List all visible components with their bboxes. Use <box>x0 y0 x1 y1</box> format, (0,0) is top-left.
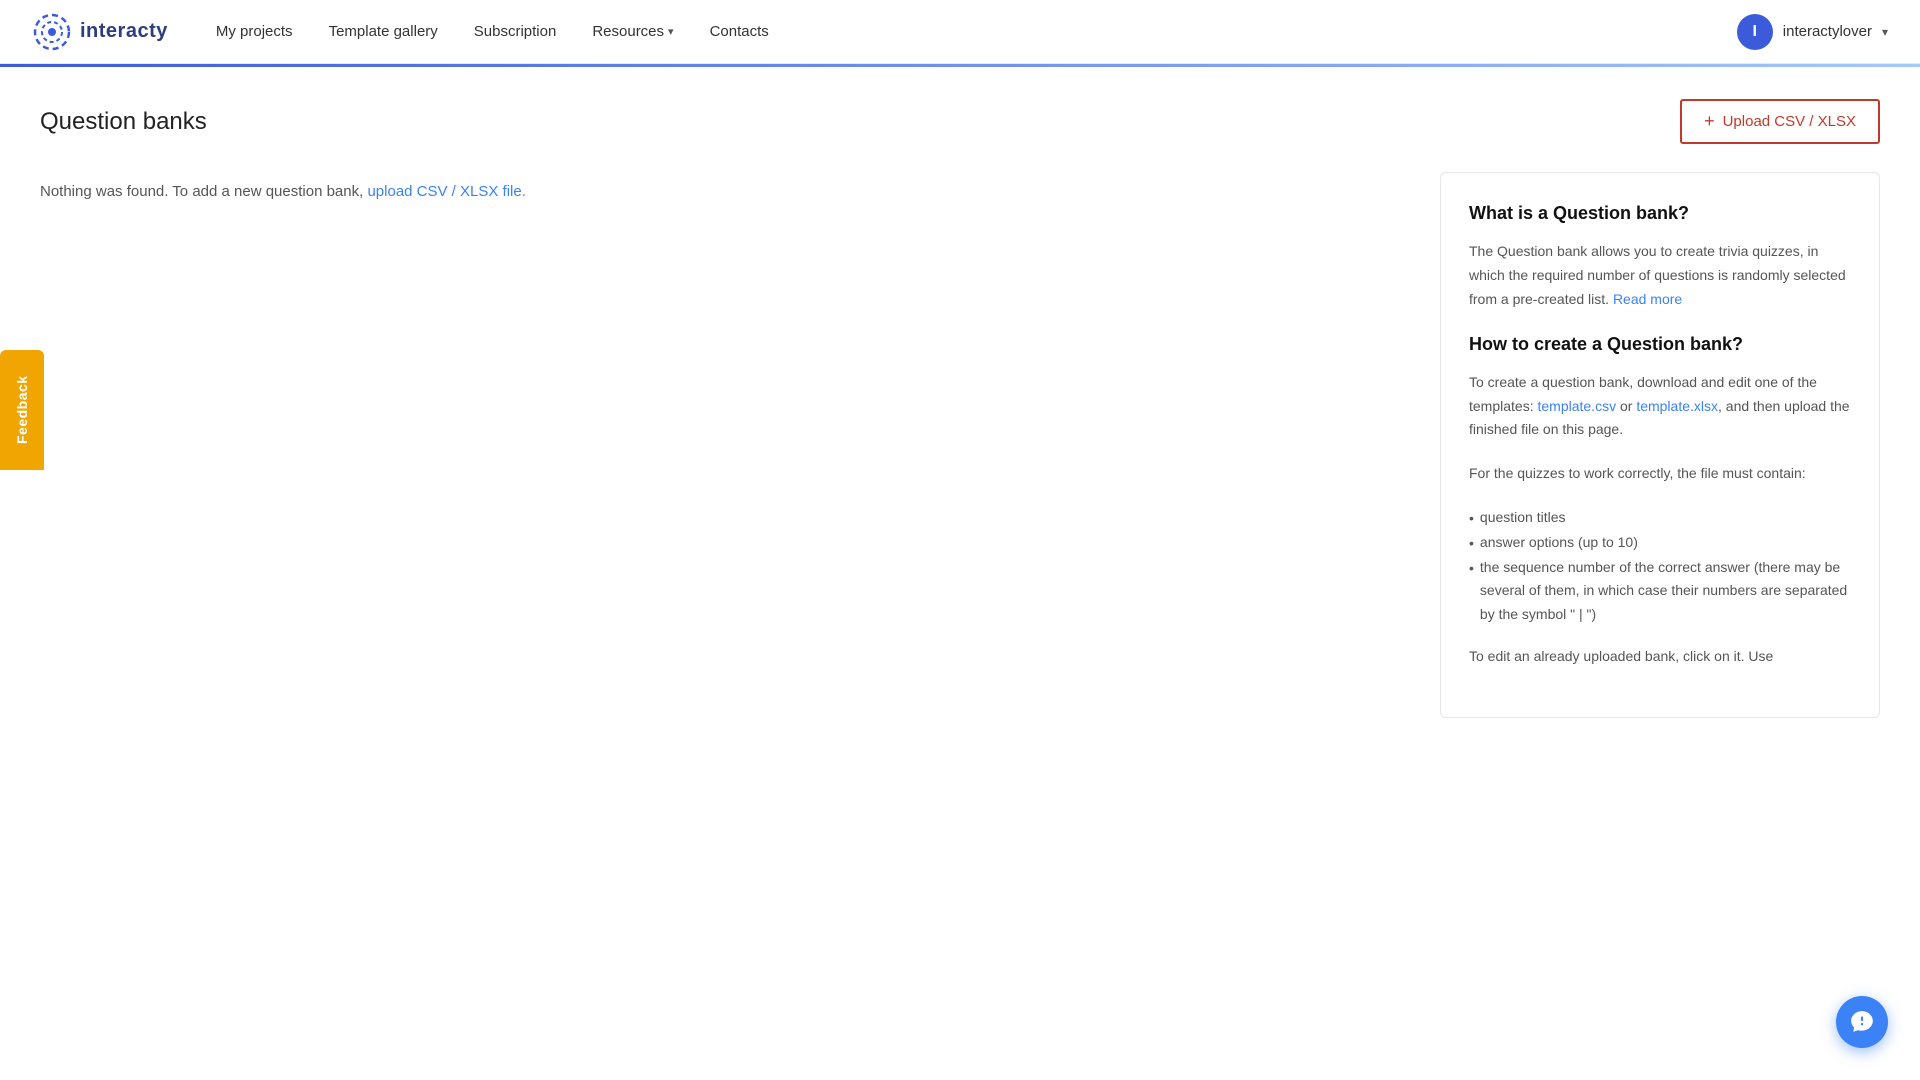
logo-link[interactable]: interacty <box>32 12 168 52</box>
logo-icon <box>32 12 72 52</box>
info-panel: What is a Question bank? The Question ba… <box>1440 172 1880 718</box>
user-menu[interactable]: I interactylover ▾ <box>1737 14 1888 50</box>
nav-contacts[interactable]: Contacts <box>710 23 769 40</box>
template-csv-link[interactable]: template.csv <box>1537 398 1616 414</box>
upload-btn-label: Upload CSV / XLSХ <box>1723 113 1856 130</box>
chat-icon <box>1849 1009 1875 1035</box>
main-container: Question banks + Upload CSV / XLSХ Nothi… <box>0 67 1920 718</box>
nav-subscription[interactable]: Subscription <box>474 23 557 40</box>
navbar: interacty My projects Template gallery S… <box>0 0 1920 64</box>
requirements-list: question titles answer options (up to 10… <box>1469 506 1851 627</box>
nav-resources[interactable]: Resources ▾ <box>592 23 673 40</box>
feedback-button[interactable]: Feedback <box>0 350 44 470</box>
page-title: Question banks <box>40 108 207 136</box>
chat-button[interactable] <box>1836 996 1888 1048</box>
content-area: Nothing was found. To add a new question… <box>40 172 1880 718</box>
how-to-title: How to create a Question bank? <box>1469 332 1851 357</box>
nav-template-gallery[interactable]: Template gallery <box>329 23 438 40</box>
read-more-link[interactable]: Read more <box>1613 291 1682 307</box>
upload-link[interactable]: upload CSV / XLSX file. <box>367 183 525 200</box>
feedback-wrapper: Feedback <box>0 350 44 470</box>
empty-message-text: Nothing was found. To add a new question… <box>40 183 367 200</box>
page-header: Question banks + Upload CSV / XLSХ <box>40 99 1880 144</box>
upload-csv-button[interactable]: + Upload CSV / XLSХ <box>1680 99 1880 144</box>
user-avatar: I <box>1737 14 1773 50</box>
how-to-body: To create a question bank, download and … <box>1469 371 1851 442</box>
upload-plus-icon: + <box>1704 111 1715 132</box>
user-chevron: ▾ <box>1882 25 1888 39</box>
edit-note: To edit an already uploaded bank, click … <box>1469 645 1851 669</box>
logo-text: interacty <box>80 20 168 43</box>
what-is-body: The Question bank allows you to create t… <box>1469 240 1851 311</box>
template-xlsx-link[interactable]: template.xlsx <box>1636 398 1718 414</box>
resources-dropdown-arrow: ▾ <box>668 25 674 38</box>
list-item: the sequence number of the correct answe… <box>1469 556 1851 627</box>
user-name: interactylover <box>1783 23 1872 40</box>
list-item: answer options (up to 10) <box>1469 531 1851 556</box>
nav-links: My projects Template gallery Subscriptio… <box>216 23 1737 40</box>
nav-my-projects[interactable]: My projects <box>216 23 293 40</box>
file-requirements-intro: For the quizzes to work correctly, the f… <box>1469 462 1851 486</box>
left-panel: Nothing was found. To add a new question… <box>40 172 1440 718</box>
what-is-title: What is a Question bank? <box>1469 201 1851 226</box>
empty-state-message: Nothing was found. To add a new question… <box>40 180 1400 204</box>
list-item: question titles <box>1469 506 1851 531</box>
